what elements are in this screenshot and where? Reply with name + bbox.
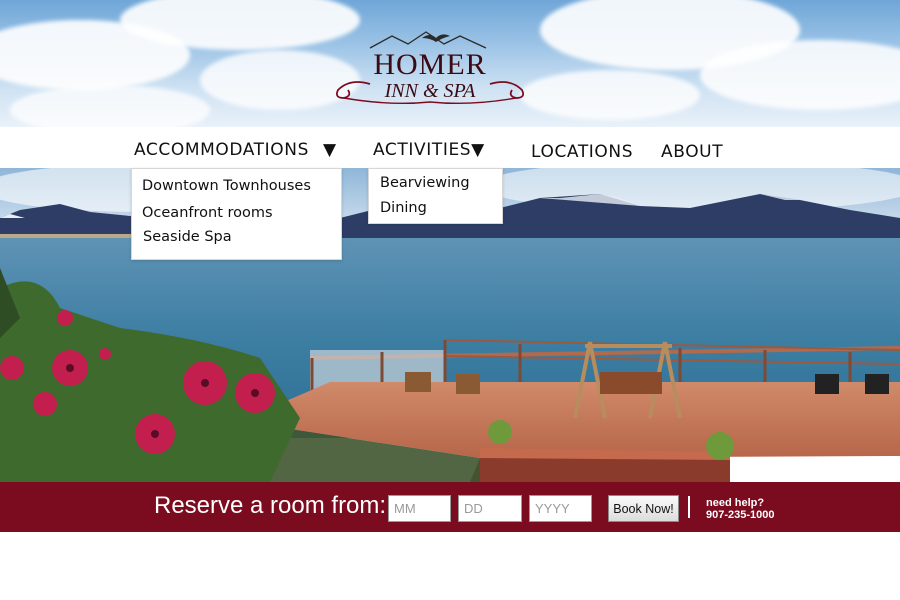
help-contact[interactable]: need help? 907-235-1000 [706, 497, 775, 521]
svg-text:HOMER: HOMER [373, 48, 486, 81]
menu-item-bearviewing[interactable]: Bearviewing [380, 175, 470, 191]
chevron-down-icon: ▼ [322, 140, 337, 160]
day-input[interactable] [458, 495, 522, 522]
cloud-shape [10, 85, 210, 127]
help-phone: 907-235-1000 [706, 509, 775, 521]
nav-accommodations-label: ACCOMMODATIONS [134, 140, 309, 160]
help-text: need help? [706, 497, 765, 509]
menu-item-oceanfront-rooms[interactable]: Oceanfront rooms [142, 205, 273, 221]
nav-about[interactable]: ABOUT [661, 142, 723, 162]
nav-activities-label: ACTIVITIES [373, 140, 472, 160]
nav-activities[interactable]: ACTIVITIES▼ [373, 140, 485, 160]
cloud-shape [520, 70, 700, 120]
menu-item-dining[interactable]: Dining [380, 200, 427, 216]
header-banner: HOMER INN & SPA [0, 0, 900, 127]
accommodations-dropdown: Downtown Townhouses Oceanfront rooms Sea… [131, 168, 342, 260]
divider [688, 496, 690, 518]
chevron-down-icon: ▼ [471, 140, 485, 160]
main-nav: ACCOMMODATIONS ▼ ACTIVITIES▼ LOCATIONS A… [0, 127, 900, 168]
menu-item-seaside-spa[interactable]: Seaside Spa [143, 229, 232, 245]
reservation-bar: Reserve a room from: Book Now! need help… [0, 482, 900, 532]
reserve-label: Reserve a room from: [154, 492, 387, 519]
year-input[interactable] [529, 495, 592, 522]
month-input[interactable] [388, 495, 451, 522]
activities-dropdown: Bearviewing Dining [368, 168, 503, 224]
nav-accommodations[interactable]: ACCOMMODATIONS ▼ [134, 140, 337, 160]
menu-item-downtown-townhouses[interactable]: Downtown Townhouses [142, 178, 311, 194]
svg-text:INN & SPA: INN & SPA [384, 80, 477, 102]
book-now-button[interactable]: Book Now! [608, 495, 679, 522]
bird-icon [422, 34, 450, 42]
homer-inn-logo[interactable]: HOMER INN & SPA [330, 28, 530, 127]
nav-locations[interactable]: LOCATIONS [531, 142, 633, 162]
